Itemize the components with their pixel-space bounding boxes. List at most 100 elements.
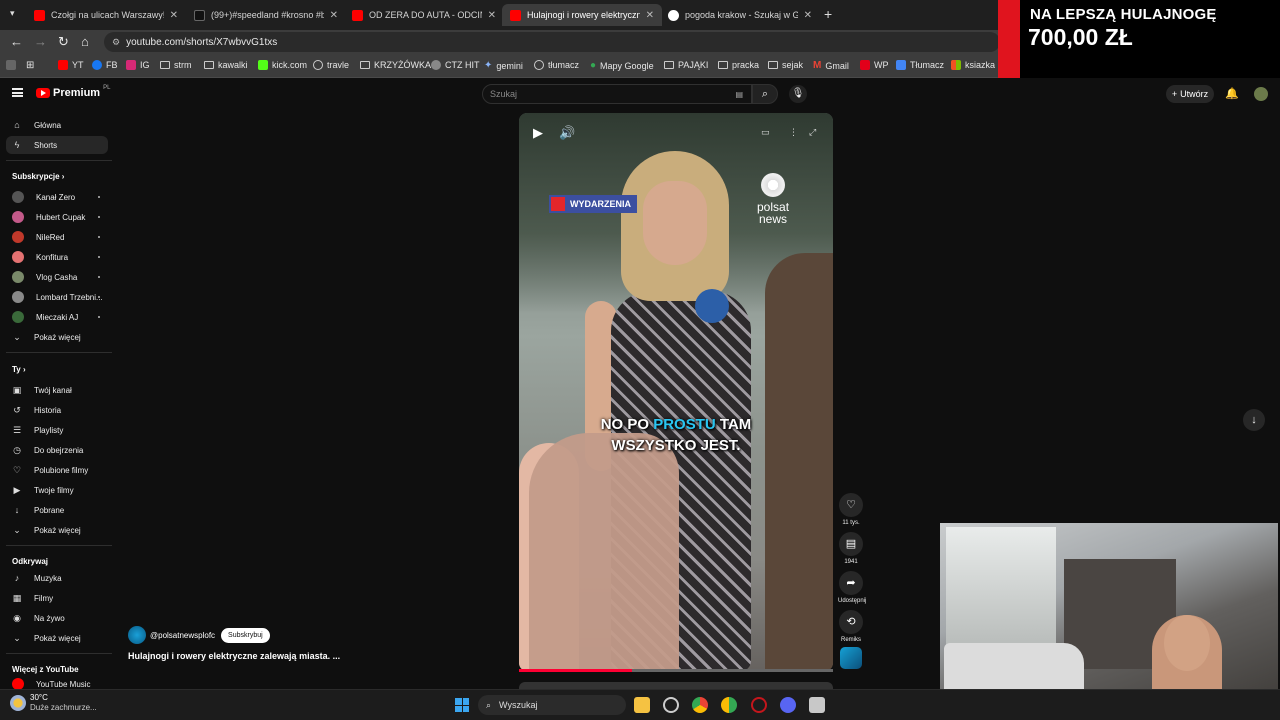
bookmark-yt[interactable]: YT — [58, 60, 84, 70]
reload-icon[interactable]: ↻ — [58, 34, 69, 50]
share-action[interactable]: ➦ Udostępnij — [838, 571, 866, 604]
close-tab-icon[interactable]: ✕ — [170, 10, 178, 21]
opera-icon[interactable] — [751, 697, 767, 713]
bookmark-travle[interactable]: travle — [313, 60, 349, 70]
close-tab-icon[interactable]: ✕ — [804, 10, 812, 21]
sidebar-sub-kanal-zero[interactable]: Kanał Zero — [6, 188, 108, 206]
sidebar-item-home[interactable]: ⌂ Główna — [6, 116, 108, 134]
hamburger-menu-icon[interactable] — [12, 88, 23, 97]
keyboard-icon[interactable]: ▤ — [735, 90, 743, 99]
sidebar-show-more-you[interactable]: ⌄ Pokaż więcej — [6, 521, 108, 539]
fullscreen-icon[interactable]: ⤢ — [809, 127, 816, 138]
chrome-canary-icon[interactable] — [721, 697, 737, 713]
subscriptions-heading[interactable]: Subskrypcje › — [12, 172, 64, 181]
discord-icon[interactable] — [780, 697, 796, 713]
remix-button[interactable]: ⟲ — [839, 610, 863, 634]
bookmark-sejak[interactable]: sejak — [768, 60, 803, 70]
channel-handle[interactable]: @polsatnewsplofc — [150, 631, 215, 640]
sidebar-item-shorts[interactable]: ϟ Shorts — [6, 136, 108, 154]
more-options-icon[interactable]: ⋮ — [789, 127, 798, 138]
bookmark-gemini[interactable]: ✦ gemini — [484, 60, 523, 71]
taskbar-search[interactable]: ⌕ Wyszukaj — [478, 695, 626, 715]
volume-icon[interactable]: 🔊 — [559, 125, 575, 141]
comments-action[interactable]: ▤ 1941 — [838, 532, 864, 565]
channel-sound-thumbnail[interactable] — [840, 647, 862, 669]
comments-button[interactable]: ▤ — [839, 532, 863, 556]
play-icon[interactable]: ▶ — [533, 125, 543, 141]
address-bar[interactable]: ⚙ youtube.com/shorts/X7wbvvG1txs — [104, 32, 1000, 52]
file-explorer-icon[interactable] — [634, 697, 650, 713]
subscribe-button[interactable]: Subskrybuj — [221, 627, 270, 643]
bookmark-kawalki[interactable]: kawalki — [204, 60, 248, 70]
like-action[interactable]: ♡ 11 tys. — [838, 493, 864, 526]
bookmark-pracka[interactable]: pracka — [718, 60, 759, 70]
bookmark-gmail[interactable]: M Gmail — [813, 60, 849, 71]
sidebar-sub-mieczaki[interactable]: Mieczaki AJ — [6, 308, 108, 326]
tab-search-icon[interactable]: ▾ — [10, 8, 15, 19]
weather-widget[interactable]: 30°C Duże zachmurze... — [10, 693, 97, 713]
voice-search-button[interactable]: 🎙 — [789, 85, 807, 103]
bookmark-ctz-hit[interactable]: CTZ HIT — [431, 60, 480, 70]
sidebar-item-watch-later[interactable]: ◷ Do obejrzenia — [6, 441, 108, 459]
sidebar-item-live[interactable]: ◉ Na żywo — [6, 609, 108, 627]
channel-sound-action[interactable] — [838, 647, 864, 669]
account-avatar[interactable] — [1254, 87, 1268, 101]
bookmark-kick[interactable]: kick.com — [258, 60, 307, 70]
sidebar-item-your-channel[interactable]: ▣ Twój kanał — [6, 381, 108, 399]
shorts-video-player[interactable]: ▶ 🔊 ▭ ⋮ ⤢ WYDARZENIA polsat news NO PO P… — [519, 113, 833, 671]
sidebar-item-playlists[interactable]: ☰ Playlisty — [6, 421, 108, 439]
home-icon[interactable]: ⌂ — [81, 34, 89, 49]
bookmark-pajaki[interactable]: PAJĄKI — [664, 60, 708, 70]
browser-tab-5[interactable]: pogoda krakow - Szukaj w Goo ✕ — [660, 4, 820, 26]
sidebar-item-your-videos[interactable]: ▶ Twoje filmy — [6, 481, 108, 499]
windows-start-icon[interactable] — [455, 698, 469, 712]
bookmark-krzyzowka[interactable]: KRZYŻÓWKA — [360, 60, 431, 70]
sidebar-show-more-subs[interactable]: ⌄ Pokaż więcej — [6, 328, 108, 346]
sidebar-item-liked[interactable]: ♡ Polubione filmy — [6, 461, 108, 479]
chrome-icon[interactable] — [692, 697, 708, 713]
bookmark-ksiazka[interactable]: ksiazka — [951, 60, 995, 70]
close-tab-icon[interactable]: ✕ — [488, 10, 496, 21]
sidebar-sub-vlog-casha[interactable]: Vlog Casha — [6, 268, 108, 286]
search-button[interactable]: ⌕ — [752, 84, 778, 104]
sidebar-sub-hubert-cupak[interactable]: Hubert Cupak — [6, 208, 108, 226]
share-button[interactable]: ➦ — [839, 571, 863, 595]
sidebar-sub-konfitura[interactable]: Konfitura — [6, 248, 108, 266]
close-tab-icon[interactable]: ✕ — [646, 10, 654, 21]
sidebar-item-downloads[interactable]: ↓ Pobrane — [6, 501, 108, 519]
sidebar-sub-lombard[interactable]: Lombard Trzebni... — [6, 288, 108, 306]
bookmark-ig[interactable]: IG — [126, 60, 150, 70]
bookmark-grid-icon[interactable]: ⊞ — [26, 60, 34, 71]
browser-tab-4-active[interactable]: Hulajnogi i rowery elektryczne z ✕ — [502, 4, 662, 26]
site-info-icon[interactable]: ⚙ — [112, 37, 120, 48]
search-input[interactable]: Szukaj ▤ — [482, 84, 752, 104]
obs-icon[interactable] — [663, 697, 679, 713]
sidebar-item-history[interactable]: ↺ Historia — [6, 401, 108, 419]
next-short-button[interactable]: ↓ — [1243, 409, 1265, 431]
back-icon[interactable]: ← — [10, 34, 23, 49]
browser-tab-1[interactable]: Czołgi na ulicach Warszawy! No ✕ — [26, 4, 186, 26]
new-tab-button[interactable]: + — [824, 6, 832, 22]
remix-action[interactable]: ⟲ Remiks — [838, 610, 864, 643]
channel-avatar[interactable] — [128, 626, 146, 644]
bookmark-tlumacz[interactable]: tłumacz — [534, 60, 579, 70]
short-title[interactable]: Hulajnogi i rowery elektryczne zalewają … — [128, 651, 340, 661]
bookmark-fb[interactable]: FB — [92, 60, 118, 70]
bookmark-wp[interactable]: WP — [860, 60, 889, 70]
bookmark-mapy-google[interactable]: ● Mapy Google — [590, 60, 654, 71]
browser-tab-2[interactable]: (99+)#speedland #krosno #bud ✕ — [186, 4, 346, 26]
like-button[interactable]: ♡ — [839, 493, 863, 517]
close-tab-icon[interactable]: ✕ — [330, 10, 338, 21]
sidebar-item-music[interactable]: ♪ Muzyka — [6, 569, 108, 587]
bookmark-apps-icon[interactable] — [6, 60, 16, 70]
sidebar-show-more-explore[interactable]: ⌄ Pokaż więcej — [6, 629, 108, 647]
video-progress-bar[interactable] — [519, 669, 833, 672]
sidebar-item-films[interactable]: ▦ Filmy — [6, 589, 108, 607]
bookmark-strm[interactable]: strm — [160, 60, 192, 70]
stream-app-icon[interactable] — [809, 697, 825, 713]
you-heading[interactable]: Ty › — [12, 365, 26, 374]
sidebar-sub-nilered[interactable]: NileRed — [6, 228, 108, 246]
youtube-premium-logo[interactable]: Premium PL — [36, 85, 110, 99]
bookmark-tlumacz-2[interactable]: Tłumacz — [896, 60, 944, 70]
notifications-bell-icon[interactable]: 🔔 — [1225, 87, 1239, 100]
